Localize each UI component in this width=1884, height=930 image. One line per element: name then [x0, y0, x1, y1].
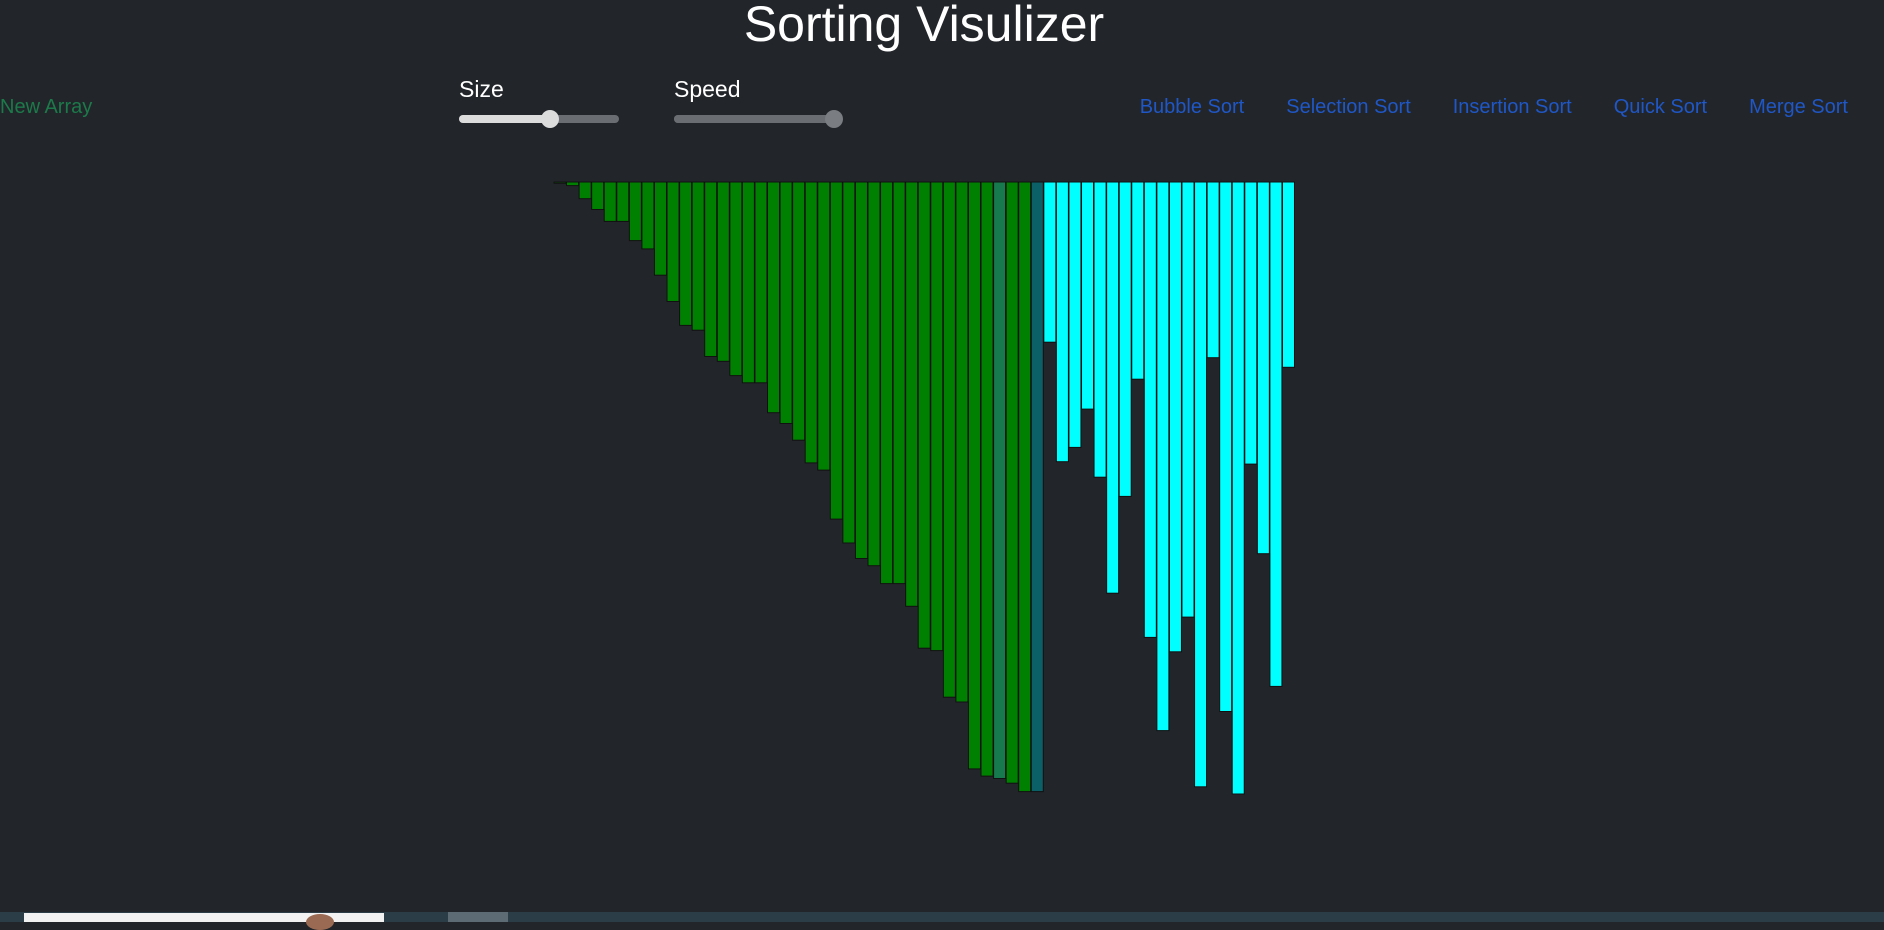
- array-bar: [1194, 181, 1208, 788]
- array-bar: [917, 181, 931, 649]
- array-bar: [905, 181, 919, 607]
- array-bar: [955, 181, 969, 703]
- array-bar: [767, 181, 781, 414]
- array-bar: [1081, 181, 1095, 410]
- array-bar: [741, 181, 755, 384]
- array-bar: [691, 181, 705, 331]
- array-bar: [967, 181, 981, 770]
- array-bar: [666, 181, 680, 302]
- array-bar: [1106, 181, 1120, 594]
- array-bar: [854, 181, 868, 559]
- array-bar: [980, 181, 994, 777]
- array-bar: [1143, 181, 1157, 638]
- array-bar: [1244, 181, 1258, 465]
- array-bar: [578, 181, 592, 200]
- array-bar: [1231, 181, 1245, 795]
- array-bar: [591, 181, 605, 210]
- array-bar: [653, 181, 667, 276]
- array-bar: [628, 181, 642, 242]
- array-bar: [817, 181, 831, 471]
- array-bar: [566, 181, 580, 187]
- array-bar: [1018, 181, 1032, 793]
- taskbar-active-app[interactable]: [448, 912, 508, 922]
- array-bar: [603, 181, 617, 222]
- array-bar: [1219, 181, 1233, 712]
- array-bar: [880, 181, 894, 585]
- array-bar: [930, 181, 944, 652]
- array-bar: [892, 181, 906, 585]
- array-bar: [1118, 181, 1132, 497]
- array-bar: [804, 181, 818, 464]
- array-bar: [1030, 181, 1044, 793]
- array-bar: [616, 181, 630, 222]
- array-bar: [716, 181, 730, 362]
- array-bars-chart: [553, 181, 1295, 795]
- array-bar: [1256, 181, 1270, 555]
- array-bar: [1005, 181, 1019, 784]
- array-bar: [641, 181, 655, 250]
- array-bar: [1068, 181, 1082, 448]
- array-bar: [993, 181, 1007, 779]
- array-bar: [779, 181, 793, 424]
- array-bar: [867, 181, 881, 567]
- array-bar: [729, 181, 743, 377]
- array-bar: [792, 181, 806, 441]
- taskbar-avatar-icon: [306, 914, 334, 930]
- array-bar: [1156, 181, 1170, 732]
- array-bar: [842, 181, 856, 544]
- array-bar: [704, 181, 718, 357]
- array-bar: [553, 181, 567, 184]
- array-bar: [1281, 181, 1295, 368]
- array-bar: [1168, 181, 1182, 653]
- array-bar: [754, 181, 768, 384]
- array-bar: [1043, 181, 1057, 343]
- array-bar: [1093, 181, 1107, 478]
- array-bar: [942, 181, 956, 698]
- array-bar: [1131, 181, 1145, 380]
- array-bar: [829, 181, 843, 520]
- array-bar: [679, 181, 693, 326]
- array-bar: [1181, 181, 1195, 618]
- array-bar: [1206, 181, 1220, 359]
- array-bar: [1269, 181, 1283, 687]
- array-bar: [1055, 181, 1069, 463]
